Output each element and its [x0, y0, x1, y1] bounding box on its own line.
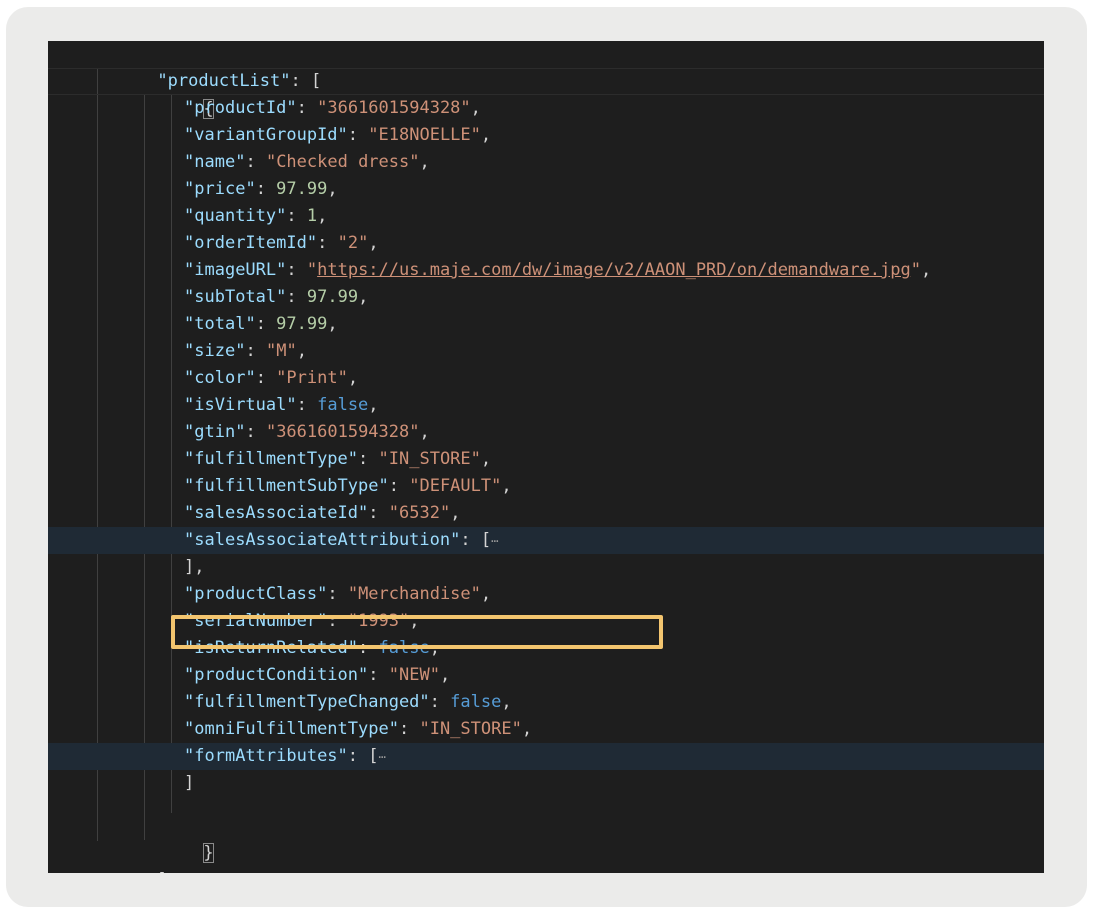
json-key: "total" — [184, 314, 256, 334]
json-key: "price" — [184, 179, 256, 199]
json-key: "quantity" — [184, 206, 287, 226]
json-key: "name" — [184, 152, 246, 172]
json-key: "color" — [184, 368, 256, 388]
code-line-color: "color": "Print", — [184, 368, 359, 388]
json-key: "salesAssociateId" — [184, 503, 369, 523]
code-line-is-virtual: "isVirtual": false, — [184, 395, 379, 415]
code-line-sub-total: "subTotal": 97.99, — [184, 287, 369, 307]
code-line-sales-associate-id: "salesAssociateId": "6532", — [184, 503, 461, 523]
json-number-value: 97.99 — [276, 179, 328, 199]
json-number-value: 97.99 — [276, 314, 328, 334]
json-string-value: "IN_STORE" — [378, 449, 481, 469]
json-string-value: "DEFAULT" — [409, 476, 502, 496]
json-string-value: "Merchandise" — [347, 584, 481, 604]
code-line: ], — [48, 554, 1044, 581]
fold-ellipsis-icon[interactable]: ⋯ — [491, 534, 498, 548]
json-string-value: "IN_STORE" — [419, 719, 522, 739]
code-line-omni-fulfillment-type: "omniFulfillmentType": "IN_STORE", — [184, 719, 533, 739]
code-line-form-attributes: "formAttributes": [⋯ — [48, 743, 1044, 770]
code-line-product-id: "productId": "3661601594328", — [184, 98, 481, 118]
open-bracket: [ — [480, 530, 492, 550]
close-bracket: ] — [184, 773, 195, 793]
code-line-product-condition: "productCondition": "NEW", — [184, 665, 451, 685]
json-key: "imageURL" — [184, 260, 287, 280]
code-line-image-u-r-l: "imageURL": "https://us.maje.com/dw/imag… — [184, 260, 932, 280]
json-string-value: "3661601594328" — [265, 422, 420, 442]
code-line-fulfillment-type-changed: "fulfillmentTypeChanged": false, — [184, 692, 512, 712]
code-line-size: "size": "M", — [184, 341, 307, 361]
code-editor[interactable]: "productList": [ { "productId": "3661601… — [48, 41, 1044, 873]
json-number-value: 97.99 — [306, 287, 359, 307]
json-string-value: "E18NOELLE" — [368, 125, 481, 145]
code-line-name: "name": "Checked dress", — [184, 152, 430, 172]
json-key: "omniFulfillmentType" — [184, 719, 399, 739]
code-line-order-item-id: "orderItemId": "2", — [184, 233, 379, 253]
json-key: "variantGroupId" — [184, 125, 348, 145]
json-key: "fulfillmentSubType" — [184, 476, 389, 496]
code-line-variant-group-id: "variantGroupId": "E18NOELLE", — [184, 125, 492, 145]
json-key: "productCondition" — [184, 665, 369, 685]
json-string-value: "6532" — [388, 503, 451, 523]
json-key: "salesAssociateAttribution" — [184, 530, 461, 550]
code-line: ] — [48, 770, 1044, 797]
json-key: "gtin" — [184, 422, 246, 442]
close-bracket: ], — [184, 557, 205, 577]
code-line-total: "total": 97.99, — [184, 314, 338, 334]
code-line: { — [48, 68, 1044, 119]
json-string-value: "Checked dress" — [265, 152, 420, 172]
json-key: "productClass" — [184, 584, 328, 604]
json-url-value: "https://us.maje.com/dw/image/v2/AAON_PR… — [306, 260, 921, 280]
code-line-product-class: "productClass": "Merchandise", — [184, 584, 492, 604]
json-number-value: 1 — [306, 206, 318, 226]
fold-ellipsis-icon[interactable]: ⋯ — [379, 750, 386, 764]
serial-number-highlight — [171, 615, 663, 649]
code-line-fulfillment-sub-type: "fulfillmentSubType": "DEFAULT", — [184, 476, 512, 496]
code-line: "productList": [ — [157, 71, 322, 91]
json-string-value: "Print" — [276, 368, 348, 388]
code-line-quantity: "quantity": 1, — [184, 206, 328, 226]
json-key: "subTotal" — [184, 287, 287, 307]
code-line-price: "price": 97.99, — [184, 179, 338, 199]
json-key: "fulfillmentType" — [184, 449, 359, 469]
open-bracket: [ — [368, 746, 379, 766]
json-string-value: "3661601594328" — [317, 98, 471, 118]
code-line-gtin: "gtin": "3661601594328", — [184, 422, 430, 442]
json-key: "isVirtual" — [184, 395, 297, 415]
json-string-value: "2" — [337, 233, 369, 253]
code-line-sales-associate-attribution: "salesAssociateAttribution": [⋯ — [48, 527, 1044, 554]
json-key: "formAttributes" — [184, 746, 348, 766]
code-line-fulfillment-type: "fulfillmentType": "IN_STORE", — [184, 449, 492, 469]
json-key: "size" — [184, 341, 246, 361]
code-line: } — [48, 813, 1044, 863]
json-string-value: "NEW" — [388, 665, 440, 685]
code-line: ], — [48, 840, 1044, 873]
json-boolean-value: false — [450, 692, 502, 712]
json-key: "orderItemId" — [184, 233, 318, 253]
json-string-value: "M" — [265, 341, 297, 361]
json-key: "fulfillmentTypeChanged" — [184, 692, 430, 712]
url-link[interactable]: https://us.maje.com/dw/image/v2/AAON_PRD… — [317, 260, 911, 280]
json-boolean-value: false — [317, 395, 369, 415]
close-bracket: ], — [157, 870, 177, 873]
json-key: "productId" — [184, 98, 297, 118]
